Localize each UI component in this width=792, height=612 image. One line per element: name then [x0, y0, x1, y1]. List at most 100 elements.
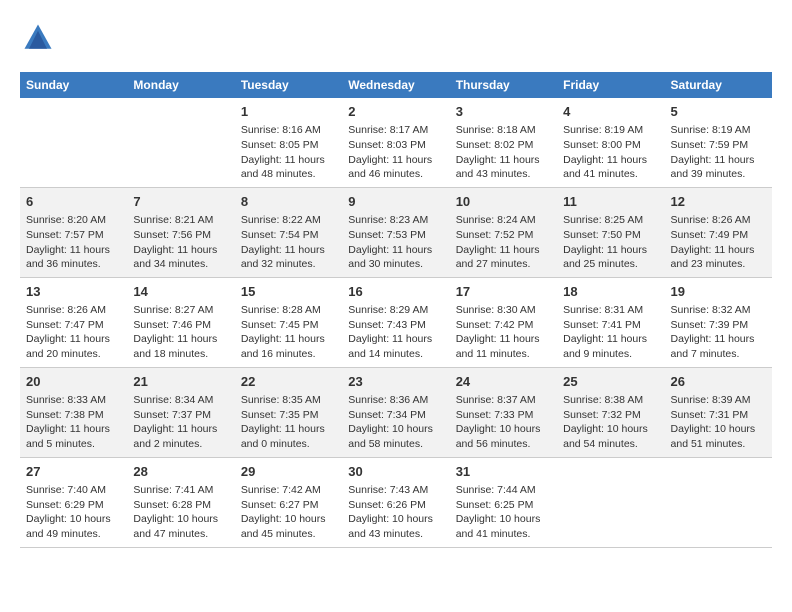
day-info: Sunrise: 7:42 AM Sunset: 6:27 PM Dayligh…	[241, 483, 336, 542]
day-number: 19	[671, 283, 766, 301]
day-info: Sunrise: 8:35 AM Sunset: 7:35 PM Dayligh…	[241, 393, 336, 452]
day-info: Sunrise: 8:33 AM Sunset: 7:38 PM Dayligh…	[26, 393, 121, 452]
day-info: Sunrise: 7:40 AM Sunset: 6:29 PM Dayligh…	[26, 483, 121, 542]
day-info: Sunrise: 8:32 AM Sunset: 7:39 PM Dayligh…	[671, 303, 766, 362]
day-number: 23	[348, 373, 443, 391]
day-info: Sunrise: 8:19 AM Sunset: 7:59 PM Dayligh…	[671, 123, 766, 182]
header-cell-monday: Monday	[127, 72, 234, 98]
day-info: Sunrise: 8:18 AM Sunset: 8:02 PM Dayligh…	[456, 123, 551, 182]
day-number: 22	[241, 373, 336, 391]
day-info: Sunrise: 8:30 AM Sunset: 7:42 PM Dayligh…	[456, 303, 551, 362]
day-number: 12	[671, 193, 766, 211]
calendar-cell: 2Sunrise: 8:17 AM Sunset: 8:03 PM Daylig…	[342, 98, 449, 187]
calendar-cell: 28Sunrise: 7:41 AM Sunset: 6:28 PM Dayli…	[127, 457, 234, 547]
day-info: Sunrise: 8:16 AM Sunset: 8:05 PM Dayligh…	[241, 123, 336, 182]
header-cell-wednesday: Wednesday	[342, 72, 449, 98]
header-cell-tuesday: Tuesday	[235, 72, 342, 98]
calendar-cell: 9 Sunrise: 8:23 AM Sunset: 7:53 PM Daylig…	[342, 187, 449, 277]
day-info: Sunrise: 7:41 AM Sunset: 6:28 PM Dayligh…	[133, 483, 228, 542]
day-number: 14	[133, 283, 228, 301]
calendar-cell: 29 Sunrise: 7:42 AM Sunset: 6:27 PM Dayli…	[235, 457, 342, 547]
week-row-0: 1 Sunrise: 8:16 AM Sunset: 8:05 PM Daylig…	[20, 98, 772, 187]
day-number: 7	[133, 193, 228, 211]
day-number: 21	[133, 373, 228, 391]
calendar-cell: 13 Sunrise: 8:26 AM Sunset: 7:47 PM Dayli…	[20, 277, 127, 367]
header-row: SundayMondayTuesdayWednesdayThursdayFrid…	[20, 72, 772, 98]
day-info: Sunrise: 8:39 AM Sunset: 7:31 PM Dayligh…	[671, 393, 766, 452]
day-info: Sunrise: 8:34 AM Sunset: 7:37 PM Dayligh…	[133, 393, 228, 452]
week-row-1: 6 Sunrise: 8:20 AM Sunset: 7:57 PM Daylig…	[20, 187, 772, 277]
calendar-cell: 23 Sunrise: 8:36 AM Sunset: 7:34 PM Dayli…	[342, 367, 449, 457]
calendar-cell: 16Sunrise: 8:29 AM Sunset: 7:43 PM Dayli…	[342, 277, 449, 367]
day-info: Sunrise: 8:37 AM Sunset: 7:33 PM Dayligh…	[456, 393, 551, 452]
calendar-cell: 6 Sunrise: 8:20 AM Sunset: 7:57 PM Daylig…	[20, 187, 127, 277]
calendar-cell: 25Sunrise: 8:38 AM Sunset: 7:32 PM Dayli…	[557, 367, 664, 457]
calendar-cell: 1 Sunrise: 8:16 AM Sunset: 8:05 PM Daylig…	[235, 98, 342, 187]
week-row-3: 20 Sunrise: 8:33 AM Sunset: 7:38 PM Dayli…	[20, 367, 772, 457]
day-info: Sunrise: 8:22 AM Sunset: 7:54 PM Dayligh…	[241, 213, 336, 272]
header-cell-thursday: Thursday	[450, 72, 557, 98]
calendar-cell	[127, 98, 234, 187]
day-number: 2	[348, 103, 443, 121]
day-info: Sunrise: 8:19 AM Sunset: 8:00 PM Dayligh…	[563, 123, 658, 182]
day-number: 31	[456, 463, 551, 481]
calendar-cell: 12Sunrise: 8:26 AM Sunset: 7:49 PM Dayli…	[665, 187, 772, 277]
header-cell-friday: Friday	[557, 72, 664, 98]
calendar-cell: 17 Sunrise: 8:30 AM Sunset: 7:42 PM Dayli…	[450, 277, 557, 367]
day-info: Sunrise: 7:43 AM Sunset: 6:26 PM Dayligh…	[348, 483, 443, 542]
day-number: 30	[348, 463, 443, 481]
day-number: 13	[26, 283, 121, 301]
day-info: Sunrise: 8:20 AM Sunset: 7:57 PM Dayligh…	[26, 213, 121, 272]
calendar-cell: 19 Sunrise: 8:32 AM Sunset: 7:39 PM Dayli…	[665, 277, 772, 367]
calendar-cell	[20, 98, 127, 187]
day-number: 3	[456, 103, 551, 121]
day-info: Sunrise: 8:36 AM Sunset: 7:34 PM Dayligh…	[348, 393, 443, 452]
day-info: Sunrise: 8:24 AM Sunset: 7:52 PM Dayligh…	[456, 213, 551, 272]
calendar-cell	[557, 457, 664, 547]
day-number: 27	[26, 463, 121, 481]
day-info: Sunrise: 8:25 AM Sunset: 7:50 PM Dayligh…	[563, 213, 658, 272]
calendar-cell: 26 Sunrise: 8:39 AM Sunset: 7:31 PM Dayli…	[665, 367, 772, 457]
page-header	[20, 20, 772, 56]
day-number: 20	[26, 373, 121, 391]
calendar-cell: 7 Sunrise: 8:21 AM Sunset: 7:56 PM Daylig…	[127, 187, 234, 277]
day-info: Sunrise: 8:23 AM Sunset: 7:53 PM Dayligh…	[348, 213, 443, 272]
calendar-cell: 20 Sunrise: 8:33 AM Sunset: 7:38 PM Dayli…	[20, 367, 127, 457]
logo	[20, 20, 60, 56]
calendar-cell: 27 Sunrise: 7:40 AM Sunset: 6:29 PM Dayli…	[20, 457, 127, 547]
calendar-cell: 4Sunrise: 8:19 AM Sunset: 8:00 PM Daylig…	[557, 98, 664, 187]
calendar-cell: 24 Sunrise: 8:37 AM Sunset: 7:33 PM Dayli…	[450, 367, 557, 457]
day-number: 17	[456, 283, 551, 301]
calendar-cell: 14 Sunrise: 8:27 AM Sunset: 7:46 PM Dayli…	[127, 277, 234, 367]
day-number: 24	[456, 373, 551, 391]
day-number: 5	[671, 103, 766, 121]
day-number: 9	[348, 193, 443, 211]
day-number: 8	[241, 193, 336, 211]
day-number: 16	[348, 283, 443, 301]
calendar-cell: 11Sunrise: 8:25 AM Sunset: 7:50 PM Dayli…	[557, 187, 664, 277]
calendar-cell: 5 Sunrise: 8:19 AM Sunset: 7:59 PM Daylig…	[665, 98, 772, 187]
calendar-cell: 3 Sunrise: 8:18 AM Sunset: 8:02 PM Daylig…	[450, 98, 557, 187]
calendar-cell: 15 Sunrise: 8:28 AM Sunset: 7:45 PM Dayli…	[235, 277, 342, 367]
calendar-cell: 10 Sunrise: 8:24 AM Sunset: 7:52 PM Dayli…	[450, 187, 557, 277]
calendar-cell: 8 Sunrise: 8:22 AM Sunset: 7:54 PM Daylig…	[235, 187, 342, 277]
day-number: 10	[456, 193, 551, 211]
day-info: Sunrise: 8:27 AM Sunset: 7:46 PM Dayligh…	[133, 303, 228, 362]
logo-icon	[20, 20, 56, 56]
calendar-cell: 30 Sunrise: 7:43 AM Sunset: 6:26 PM Dayli…	[342, 457, 449, 547]
day-number: 29	[241, 463, 336, 481]
day-info: Sunrise: 8:31 AM Sunset: 7:41 PM Dayligh…	[563, 303, 658, 362]
day-number: 25	[563, 373, 658, 391]
day-info: Sunrise: 7:44 AM Sunset: 6:25 PM Dayligh…	[456, 483, 551, 542]
header-cell-saturday: Saturday	[665, 72, 772, 98]
day-info: Sunrise: 8:28 AM Sunset: 7:45 PM Dayligh…	[241, 303, 336, 362]
day-number: 18	[563, 283, 658, 301]
day-number: 1	[241, 103, 336, 121]
day-number: 15	[241, 283, 336, 301]
calendar-cell: 18 Sunrise: 8:31 AM Sunset: 7:41 PM Dayli…	[557, 277, 664, 367]
day-number: 6	[26, 193, 121, 211]
day-info: Sunrise: 8:26 AM Sunset: 7:47 PM Dayligh…	[26, 303, 121, 362]
day-number: 26	[671, 373, 766, 391]
week-row-2: 13 Sunrise: 8:26 AM Sunset: 7:47 PM Dayli…	[20, 277, 772, 367]
day-info: Sunrise: 8:21 AM Sunset: 7:56 PM Dayligh…	[133, 213, 228, 272]
